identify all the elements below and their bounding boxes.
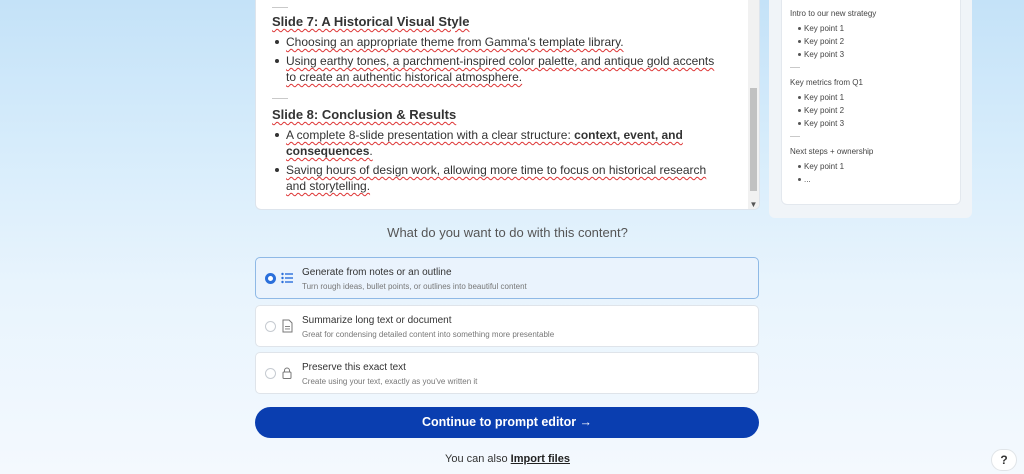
preview-separator [790, 67, 800, 68]
option-generate[interactable]: Generate from notes or an outline Turn r… [255, 257, 759, 299]
preview-separator [790, 136, 800, 137]
scroll-down-icon[interactable]: ▼ [748, 200, 759, 209]
preview-item: Key point 1 [798, 91, 960, 104]
editor-scrollbar[interactable]: ▼ [748, 0, 759, 209]
option-preserve[interactable]: Preserve this exact text Create using yo… [255, 352, 759, 394]
list-item: Choosing an appropriate theme from Gamma… [275, 34, 726, 50]
option-title: Summarize long text or document [302, 315, 452, 326]
import-files-link[interactable]: Import files [511, 453, 570, 465]
content-question: What do you want to do with this content… [387, 225, 628, 240]
slide-separator [272, 7, 288, 8]
list-item: Saving hours of design work, allowing mo… [275, 162, 726, 194]
scrollbar-thumb[interactable] [750, 88, 757, 191]
outline-preview-card: Intro to our new strategy Key point 1 Ke… [781, 0, 961, 205]
option-description: Create using your text, exactly as you'v… [302, 377, 478, 386]
option-description: Great for condensing detailed content in… [302, 330, 555, 339]
preview-group: Next steps + ownership Key point 1 ... [790, 147, 960, 186]
list-item: A complete 8-slide presentation with a c… [275, 127, 726, 159]
lock-icon [281, 366, 293, 380]
document-icon [281, 319, 293, 333]
option-title: Generate from notes or an outline [302, 267, 452, 278]
preview-group-title: Intro to our new strategy [790, 9, 877, 18]
preview-group-title: Next steps + ownership [790, 147, 874, 156]
preview-item: Key point 3 [798, 117, 960, 130]
preview-item: Key point 2 [798, 104, 960, 117]
slide-7-title: Slide 7: A Historical Visual Style [272, 14, 470, 29]
slide-7-bullets: Choosing an appropriate theme from Gamma… [275, 34, 726, 88]
option-summarize[interactable]: Summarize long text or document Great fo… [255, 305, 759, 347]
radio-button[interactable] [265, 273, 276, 284]
option-title: Preserve this exact text [302, 362, 406, 373]
radio-button[interactable] [265, 368, 276, 379]
outline-preview-panel: Intro to our new strategy Key point 1 Ke… [769, 0, 972, 218]
slide-separator [272, 98, 288, 99]
help-button[interactable]: ? [991, 449, 1017, 471]
list-icon [281, 271, 293, 285]
continue-button[interactable]: Continue to prompt editor → [255, 407, 759, 438]
option-description: Turn rough ideas, bullet points, or outl… [302, 282, 527, 291]
preview-item: Key point 2 [798, 35, 960, 48]
preview-group: Key metrics from Q1 Key point 1 Key poin… [790, 78, 960, 137]
slide-8-title: Slide 8: Conclusion & Results [272, 107, 457, 122]
preview-item: ... [798, 173, 960, 186]
preview-group-title: Key metrics from Q1 [790, 78, 863, 87]
preview-item: Key point 1 [798, 160, 960, 173]
content-editor[interactable]: Slide 7: A Historical Visual Style Choos… [255, 0, 760, 210]
radio-button[interactable] [265, 321, 276, 332]
list-item: Using earthy tones, a parchment-inspired… [275, 53, 726, 85]
import-line: You can also Import files [255, 453, 760, 465]
preview-item: Key point 3 [798, 48, 960, 61]
slide-8-bullets: A complete 8-slide presentation with a c… [275, 127, 726, 197]
preview-item: Key point 1 [798, 22, 960, 35]
preview-group: Intro to our new strategy Key point 1 Ke… [790, 9, 960, 68]
import-prefix: You can also [445, 453, 511, 465]
